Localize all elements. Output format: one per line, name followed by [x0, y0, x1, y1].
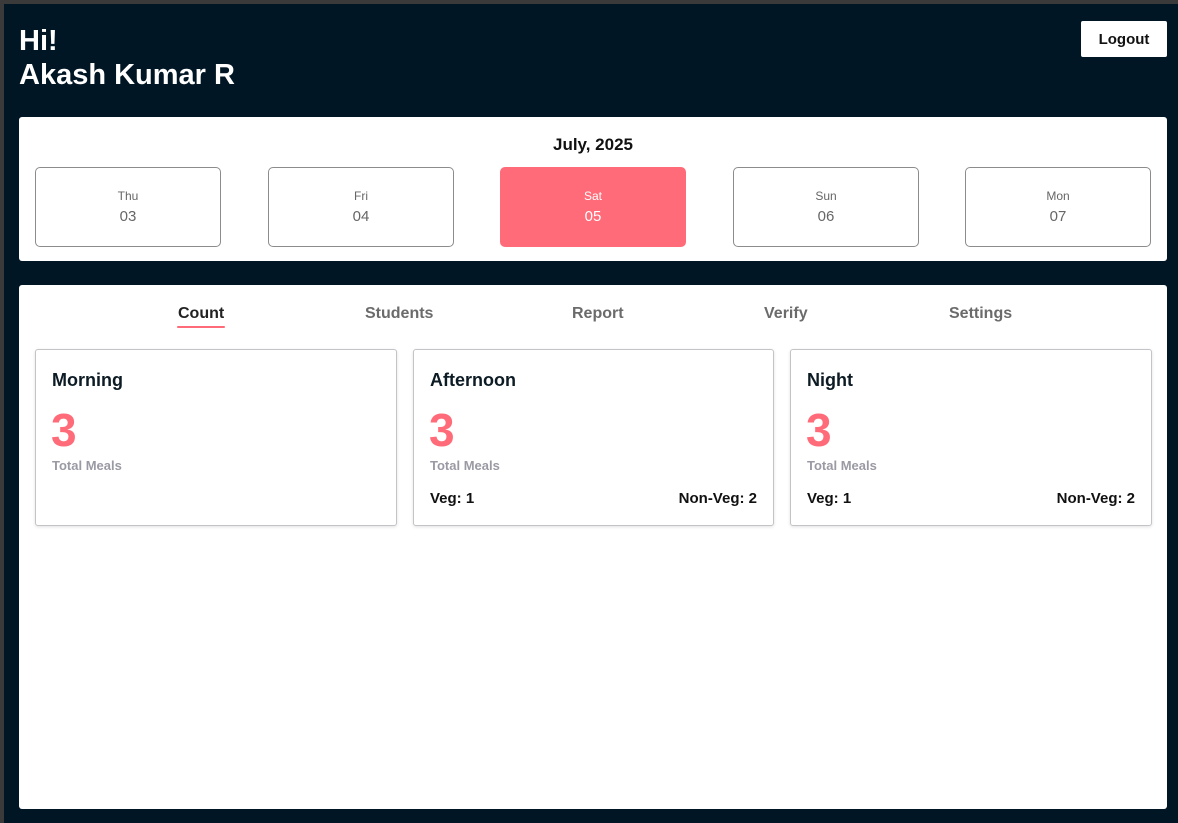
card-subtitle: Total Meals	[807, 458, 877, 473]
day-name: Sat	[583, 189, 602, 203]
day-name: Fri	[354, 189, 368, 203]
day-name: Mon	[1046, 189, 1070, 203]
meal-card-night: Night 3 Total Meals Veg: 1 Non-Veg: 2	[790, 349, 1152, 526]
meal-count: 3	[429, 404, 455, 456]
tab-students[interactable]: Students	[365, 305, 433, 323]
card-subtitle: Total Meals	[430, 458, 500, 473]
day-number: 03	[119, 208, 137, 225]
nonveg-count: Non-Veg: 2	[1056, 490, 1135, 507]
tab-report[interactable]: Report	[572, 305, 624, 323]
user-name: Akash Kumar R	[19, 59, 235, 91]
veg-count: Veg: 1	[807, 490, 852, 507]
app-window: Hi! Akash Kumar R Logout July, 2025 Thu …	[4, 4, 1178, 823]
date-picker: July, 2025 Thu 03 Fri 04 Sat 05 Sun 06 M…	[19, 117, 1167, 261]
card-subtitle: Total Meals	[52, 458, 122, 473]
main-panel: Count Students Report Verify Settings Mo…	[19, 285, 1167, 809]
day-name: Sun	[815, 189, 837, 203]
greeting-text: Hi!	[19, 25, 58, 57]
day-mon[interactable]: Mon 07	[965, 167, 1151, 247]
meal-card-afternoon: Afternoon 3 Total Meals Veg: 1 Non-Veg: …	[413, 349, 774, 526]
tab-count[interactable]: Count	[176, 305, 226, 328]
tab-verify[interactable]: Verify	[764, 305, 808, 323]
day-name: Thu	[117, 189, 139, 203]
card-title: Morning	[52, 370, 123, 390]
day-thu[interactable]: Thu 03	[35, 167, 221, 247]
meal-card-morning: Morning 3 Total Meals	[35, 349, 397, 526]
day-number: 07	[1049, 208, 1067, 225]
logout-button[interactable]: Logout	[1081, 21, 1167, 57]
day-number: 05	[584, 208, 602, 225]
nonveg-count: Non-Veg: 2	[678, 490, 757, 507]
day-number: 06	[817, 208, 835, 225]
day-sun[interactable]: Sun 06	[733, 167, 919, 247]
tab-settings[interactable]: Settings	[949, 305, 1012, 323]
day-sat[interactable]: Sat 05	[500, 167, 686, 247]
meal-count: 3	[51, 404, 77, 456]
card-title: Afternoon	[430, 370, 516, 390]
veg-count: Veg: 1	[430, 490, 475, 507]
day-fri[interactable]: Fri 04	[268, 167, 454, 247]
greeting-block: Hi! Akash Kumar R	[19, 24, 235, 92]
card-title: Night	[807, 370, 853, 390]
day-number: 04	[352, 208, 370, 225]
month-label: July, 2025	[552, 135, 634, 154]
meal-count: 3	[806, 404, 832, 456]
